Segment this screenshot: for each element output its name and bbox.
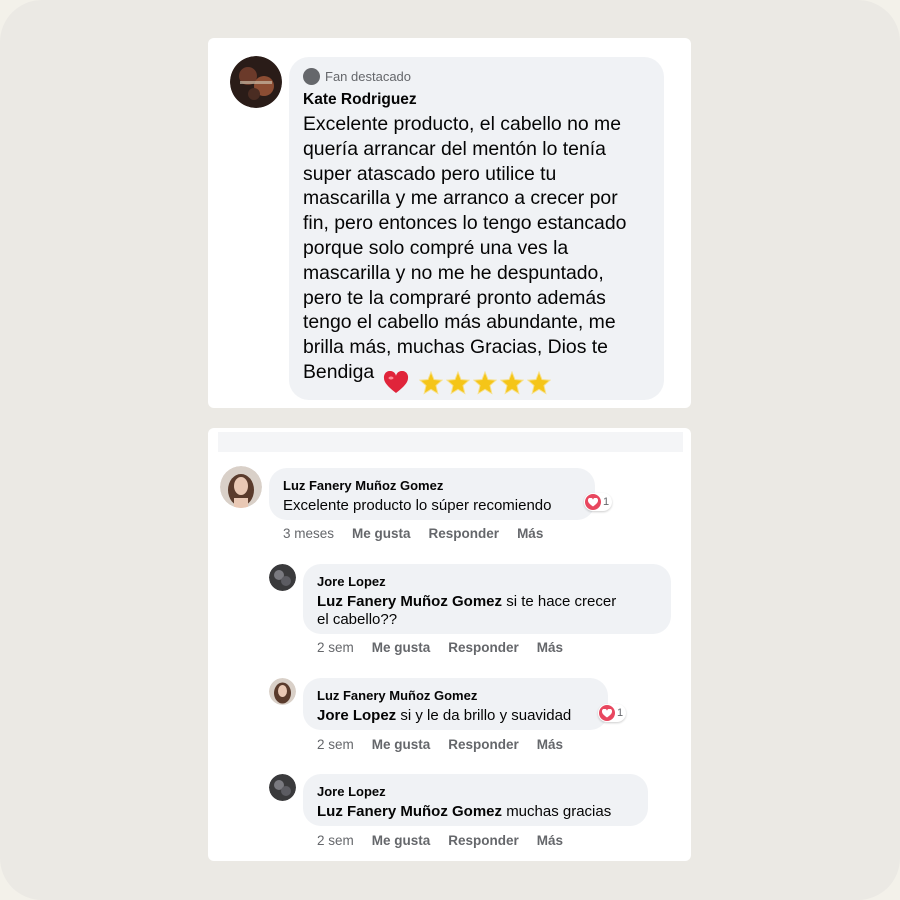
- more-button[interactable]: Más: [537, 833, 563, 848]
- commenter-name[interactable]: Luz Fanery Muñoz Gomez: [317, 688, 594, 703]
- cropped-strip: [218, 432, 683, 452]
- reply-button[interactable]: Responder: [448, 737, 519, 752]
- jore-lopez-avatar[interactable]: [269, 564, 296, 591]
- comment-text: Excelente producto, el cabello no me que…: [303, 112, 658, 385]
- comment-time[interactable]: 3 meses: [283, 526, 334, 541]
- comment-text: Excelente producto lo súper recomiendo: [283, 497, 552, 514]
- comment-line: porque solo compré una ves la: [303, 236, 569, 259]
- reply-bubble: Jore Lopez Luz Fanery Muñoz Gomez si te …: [303, 564, 671, 634]
- comment-line: mascarilla y no me he despuntado,: [303, 261, 604, 284]
- comment-body: si te hace crecer: [506, 593, 617, 610]
- reaction-number: 1: [603, 496, 610, 508]
- more-button[interactable]: Más: [517, 526, 543, 541]
- comment-time[interactable]: 2 sem: [317, 640, 354, 655]
- comment-text: Luz Fanery Muñoz Gomez muchas gracias: [317, 803, 634, 821]
- top-fan-icon: [303, 68, 320, 85]
- comment-line: fin, pero entonces lo tengo estancado: [303, 212, 627, 235]
- comment-time[interactable]: 2 sem: [317, 833, 354, 848]
- featured-comment-card: Fan destacado Kate Rodriguez Excelente p…: [208, 38, 691, 408]
- mention-link[interactable]: Luz Fanery Muñoz Gomez: [317, 593, 502, 610]
- jore-lopez-avatar[interactable]: [269, 774, 296, 801]
- glowing-star-icon: [500, 371, 524, 395]
- comment-line: quería arrancar del mentón lo tenía: [303, 137, 606, 160]
- like-button[interactable]: Me gusta: [352, 526, 411, 541]
- heart-reaction-icon: [599, 705, 615, 721]
- reaction-number: 1: [617, 707, 624, 719]
- top-fan-badge: Fan destacado: [303, 68, 411, 85]
- heart-reaction-icon: [585, 494, 601, 510]
- comment-actions: 2 sem Me gusta Responder Más: [317, 640, 563, 655]
- commenter-name[interactable]: Jore Lopez: [317, 574, 657, 589]
- mention-link[interactable]: Jore Lopez: [317, 707, 396, 724]
- comment-thread-card: Luz Fanery Muñoz Gomez Excelente product…: [208, 428, 691, 861]
- comment-line: pero te la compraré pronto además: [303, 286, 606, 309]
- reply-button[interactable]: Responder: [429, 526, 500, 541]
- reply-bubble: Luz Fanery Muñoz Gomez Jore Lopez si y l…: [303, 678, 608, 730]
- comment-actions: 2 sem Me gusta Responder Más: [317, 737, 563, 752]
- commenter-name[interactable]: Kate Rodriguez: [303, 91, 417, 109]
- comment-body: muchas gracias: [506, 803, 612, 820]
- reply-button[interactable]: Responder: [448, 640, 519, 655]
- comment-line: tengo el cabello más abundante, me: [303, 311, 616, 334]
- comment-bubble: Luz Fanery Muñoz Gomez Excelente product…: [269, 468, 595, 520]
- emoji-row: [383, 371, 551, 395]
- reaction-count[interactable]: 1: [584, 493, 613, 511]
- comment-time[interactable]: 2 sem: [317, 737, 354, 752]
- comment-body: si y le da brillo y suavidad: [400, 707, 572, 724]
- comment-line: mascarilla y me arranco a crecer por: [303, 187, 618, 210]
- like-button[interactable]: Me gusta: [372, 833, 431, 848]
- glowing-star-icon: [473, 371, 497, 395]
- top-fan-label: Fan destacado: [325, 69, 412, 84]
- comment-actions: 2 sem Me gusta Responder Más: [317, 833, 563, 848]
- glowing-star-icon: [527, 371, 551, 395]
- like-button[interactable]: Me gusta: [372, 737, 431, 752]
- comment-text: Jore Lopez si y le da brillo y suavidad: [317, 707, 594, 725]
- comment-line: super atascado pero utilice tu: [303, 162, 557, 185]
- luz-fanery-avatar[interactable]: [269, 678, 296, 705]
- mention-link[interactable]: Luz Fanery Muñoz Gomez: [317, 803, 502, 820]
- more-button[interactable]: Más: [537, 640, 563, 655]
- commenter-name[interactable]: Luz Fanery Muñoz Gomez: [283, 478, 581, 493]
- commenter-name[interactable]: Jore Lopez: [317, 784, 634, 799]
- reaction-count[interactable]: 1: [598, 704, 627, 722]
- comment-text: Luz Fanery Muñoz Gomez si te hace crecer…: [317, 593, 657, 629]
- comment-body: el cabello??: [317, 611, 398, 628]
- glowing-star-icon: [419, 371, 443, 395]
- kate-rodriguez-avatar[interactable]: [230, 56, 282, 108]
- reply-bubble: Jore Lopez Luz Fanery Muñoz Gomez muchas…: [303, 774, 648, 826]
- red-heart-icon: [383, 371, 409, 395]
- more-button[interactable]: Más: [537, 737, 563, 752]
- luz-fanery-avatar[interactable]: [220, 466, 262, 508]
- comment-line: brilla más, muchas Gracias, Dios te: [303, 336, 608, 359]
- comment-actions: 3 meses Me gusta Responder Más: [283, 526, 543, 541]
- glowing-star-icon: [446, 371, 470, 395]
- like-button[interactable]: Me gusta: [372, 640, 431, 655]
- comment-line: Excelente producto, el cabello no me: [303, 113, 621, 135]
- reply-button[interactable]: Responder: [448, 833, 519, 848]
- featured-comment-bubble: Fan destacado Kate Rodriguez Excelente p…: [289, 57, 664, 400]
